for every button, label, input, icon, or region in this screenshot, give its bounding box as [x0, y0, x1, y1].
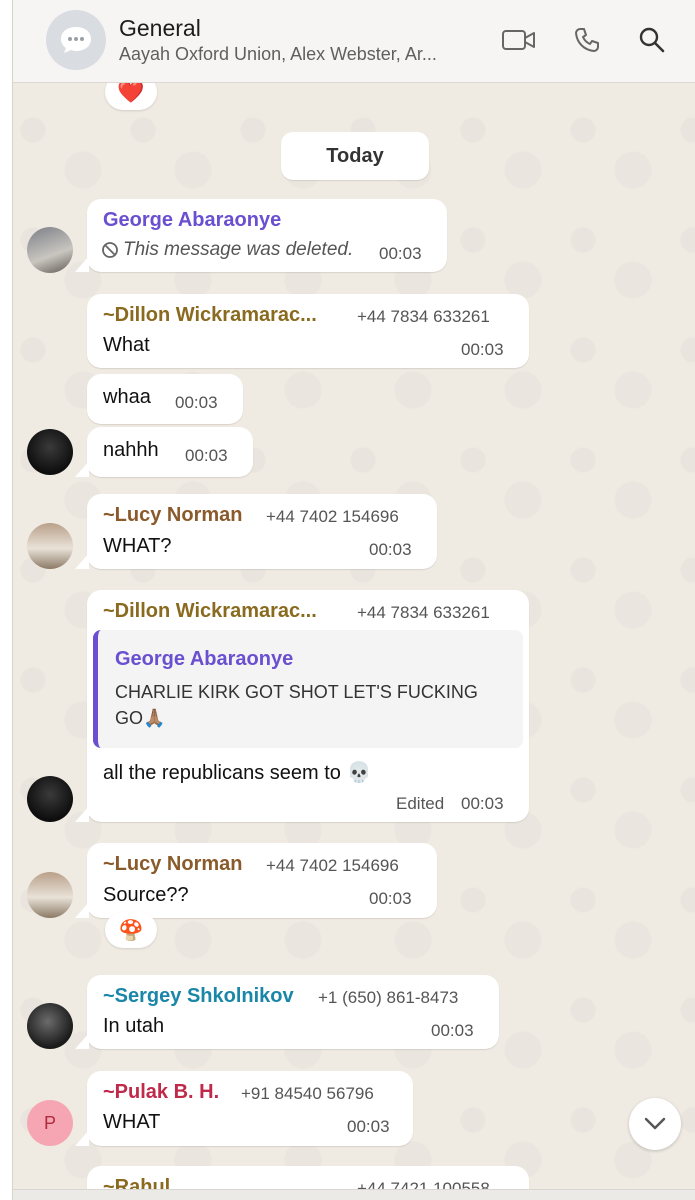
chat-bubble-icon: [61, 27, 91, 53]
avatar-initial: P: [43, 1112, 56, 1133]
message-time: 00:03: [347, 1117, 390, 1136]
avatar[interactable]: [27, 227, 73, 273]
search-button[interactable]: [632, 22, 672, 58]
message-time: 00:03: [461, 794, 504, 813]
chevron-down-icon: [644, 1117, 666, 1130]
message-bubble[interactable]: ~Dillon Wickramarac... +44 7834 633261 G…: [75, 590, 529, 822]
message-text: WHAT: [103, 1111, 161, 1133]
deleted-icon: [102, 242, 118, 258]
quoted-sender: George Abaraonye: [115, 648, 294, 670]
message-text: all the republicans seem to 💀: [103, 762, 372, 784]
sender-phone: +44 7402 154696: [266, 856, 399, 875]
sender-name[interactable]: ~Lucy Norman: [103, 504, 242, 527]
sender-name[interactable]: ~Pulak B. H.: [103, 1081, 219, 1104]
quoted-text-line2: GO🙏🏽: [115, 708, 166, 728]
message-text: whaa: [103, 386, 151, 408]
phone-icon: [575, 28, 599, 52]
chat-header: General Aayah Oxford Union, Alex Webster…: [13, 0, 695, 83]
message-text: nahhh: [103, 439, 159, 461]
message-bubble[interactable]: George Abaraonye This message was delete…: [75, 199, 447, 272]
message-time: 00:03: [369, 889, 412, 908]
message-bubble[interactable]: ~Lucy Norman +44 7402 154696 WHAT? 00:03: [75, 494, 437, 569]
sender-phone: +44 7834 633261: [357, 307, 490, 326]
message-time: 00:03: [369, 540, 412, 559]
message-time: 00:03: [461, 340, 504, 359]
scroll-to-bottom-button[interactable]: [629, 1098, 681, 1150]
video-camera-icon: [502, 30, 535, 50]
composer-edge: [13, 1189, 695, 1200]
chat-participants[interactable]: Aayah Oxford Union, Alex Webster, Ar...: [119, 44, 437, 65]
message-time: 00:03: [185, 446, 228, 465]
sender-phone: +44 7834 633261: [357, 603, 490, 622]
avatar[interactable]: [27, 776, 73, 822]
deleted-message-text: This message was deleted.: [123, 239, 354, 260]
video-call-button[interactable]: [499, 22, 539, 58]
avatar[interactable]: [27, 523, 73, 569]
message-bubble[interactable]: ~Lucy Norman +44 7402 154696 Source?? 00…: [75, 843, 437, 918]
message-bubble[interactable]: whaa 00:03: [87, 374, 243, 424]
message-text: Source??: [103, 884, 189, 906]
avatar[interactable]: [27, 1003, 73, 1049]
message-time: 00:03: [379, 244, 422, 263]
chat-window: General Aayah Oxford Union, Alex Webster…: [12, 0, 695, 1200]
message-bubble[interactable]: ~Pulak B. H. +91 84540 56796 WHAT 00:03: [75, 1071, 413, 1146]
sender-name[interactable]: ~Dillon Wickramarac...: [103, 304, 317, 327]
message-text: What: [103, 334, 150, 356]
chat-title[interactable]: General: [119, 15, 201, 42]
voice-call-button[interactable]: [567, 22, 607, 58]
sender-name[interactable]: George Abaraonye: [103, 209, 281, 232]
sender-name[interactable]: ~Lucy Norman: [103, 853, 242, 876]
sender-name[interactable]: ~Dillon Wickramarac...: [103, 600, 317, 623]
sender-name[interactable]: ~Sergey Shkolnikov: [103, 985, 294, 1008]
message-text: In utah: [103, 1015, 165, 1037]
message-bubble[interactable]: ~Sergey Shkolnikov +1 (650) 861-8473 In …: [75, 975, 499, 1049]
message-time: 00:03: [175, 393, 218, 412]
avatar[interactable]: [27, 872, 73, 918]
quoted-text-line1: CHARLIE KIRK GOT SHOT LET'S FUCKING: [115, 682, 478, 702]
sender-phone: +44 7402 154696: [266, 507, 399, 526]
message-text: WHAT?: [103, 535, 172, 557]
sender-phone: +91 84540 56796: [241, 1084, 374, 1103]
avatar[interactable]: P: [27, 1100, 73, 1146]
mushroom-reaction: 🍄: [118, 919, 144, 942]
message-bubble[interactable]: ~Dillon Wickramarac... +44 7834 633261 W…: [87, 294, 529, 368]
sender-phone: +1 (650) 861-8473: [318, 988, 459, 1007]
message-time: 00:03: [431, 1021, 474, 1040]
edited-label: Edited: [396, 794, 445, 813]
avatar[interactable]: [27, 429, 73, 475]
search-icon: [639, 27, 665, 53]
message-bubble[interactable]: nahhh 00:03: [75, 427, 253, 477]
quoted-message[interactable]: George Abaraonye CHARLIE KIRK GOT SHOT L…: [93, 630, 523, 748]
group-avatar[interactable]: [46, 10, 106, 70]
reaction-badge[interactable]: 🍄: [105, 912, 157, 948]
date-separator: Today: [281, 132, 429, 180]
